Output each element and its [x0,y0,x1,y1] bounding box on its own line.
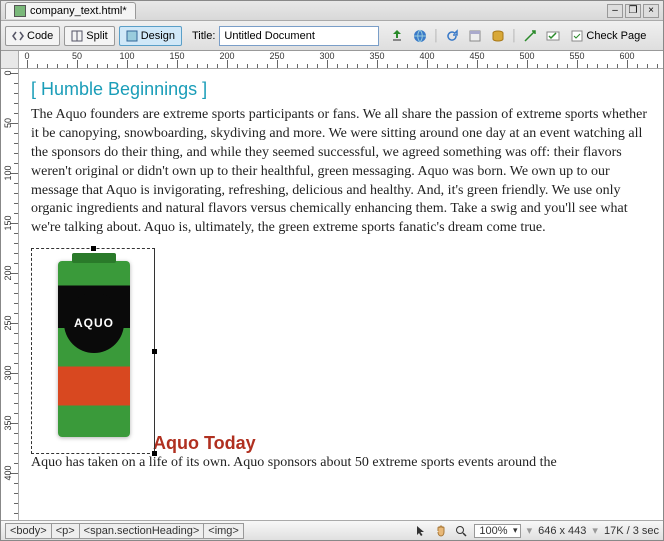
heading-text: Humble Beginnings [41,79,197,99]
file-management-icon[interactable] [465,26,485,46]
check-page-label: Check Page [586,30,646,42]
split-view-button[interactable]: Split [64,26,114,46]
minimize-button[interactable]: – [607,4,623,18]
paragraph-2[interactable]: Aquo has taken on a life of its own. Aqu… [31,454,651,473]
paragraph-1[interactable]: The Aquo founders are extreme sports par… [31,106,651,238]
document-tab[interactable]: company_text.html* [5,2,136,19]
design-icon [126,30,138,42]
pointer-tool-icon[interactable] [414,524,428,538]
split-label: Split [86,30,107,42]
status-bar: <body><p><span.sectionHeading><img> 100%… [1,520,663,540]
hand-tool-icon[interactable] [434,524,448,538]
bracket-open: [ [31,79,41,99]
file-icon [14,5,26,17]
separator: ▾ [592,524,598,537]
code-label: Code [27,30,53,42]
separator: ▾ [527,524,533,537]
refresh-split-icon[interactable] [387,26,407,46]
horizontal-ruler: 050100150200250300350400450500550600 [19,51,663,69]
tag-selector: <body><p><span.sectionHeading><img> [5,523,243,539]
vertical-ruler: 050100150200250300350400 [1,69,19,520]
check-page-button[interactable]: Check Page [566,26,651,46]
separator: │ [511,26,517,46]
product-image: AQUO [58,261,130,437]
dreamweaver-window: company_text.html* – ❐ × Code Split Desi… [0,0,664,541]
code-icon [12,30,24,42]
document-tabbar: company_text.html* – ❐ × [1,1,663,21]
title-label: Title: [192,30,215,42]
refresh-icon[interactable] [442,26,462,46]
section-heading-2[interactable]: Aquo Today [153,433,256,453]
ruler-row: 050100150200250300350400450500550600 [1,51,663,69]
selected-image[interactable]: AQUO [31,248,155,454]
zoom-tool-icon[interactable] [454,524,468,538]
separator: │ [433,26,439,46]
window-dimensions[interactable]: 646 x 443 [538,525,586,537]
product-logo-text: AQUO [64,293,124,353]
visual-aids-icon[interactable] [520,26,540,46]
close-button[interactable]: × [643,4,659,18]
resize-handle[interactable] [152,349,157,354]
ruler-corner [1,51,19,69]
tag-selector-item[interactable]: <body> [5,523,52,539]
edit-area: 050100150200250300350400 [ Humble Beginn… [1,69,663,520]
design-canvas[interactable]: [ Humble Beginnings ] The Aquo founders … [19,69,663,520]
validate-icon[interactable] [543,26,563,46]
bracket-close: ] [197,79,207,99]
title-input[interactable] [219,26,379,46]
tag-selector-item[interactable]: <p> [51,523,80,539]
tag-selector-item[interactable]: <span.sectionHeading> [79,523,205,539]
design-label: Design [141,30,175,42]
tag-selector-item[interactable]: <img> [203,523,244,539]
design-view-button[interactable]: Design [119,26,182,46]
restore-button[interactable]: ❐ [625,4,641,18]
zoom-dropdown[interactable]: 100% [474,524,520,538]
split-icon [71,30,83,42]
live-data-icon[interactable] [488,26,508,46]
browser-preview-icon[interactable] [410,26,430,46]
document-toolbar: Code Split Design Title: │ │ Check Page [1,21,663,51]
code-view-button[interactable]: Code [5,26,60,46]
section-heading-1[interactable]: [ Humble Beginnings ] [31,79,651,100]
tab-filename: company_text.html* [30,5,127,17]
filesize-download: 17K / 3 sec [604,525,659,537]
